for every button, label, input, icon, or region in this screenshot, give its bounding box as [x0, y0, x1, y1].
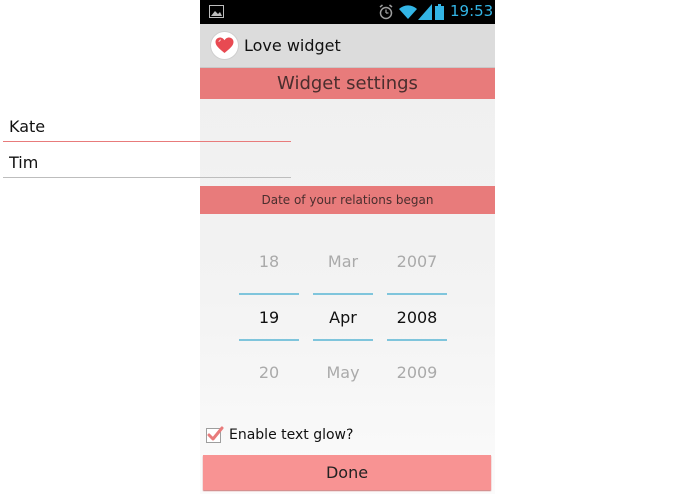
alarm-icon [379, 4, 393, 20]
picker-divider [313, 339, 373, 341]
text-glow-label: Enable text glow? [229, 427, 354, 443]
text-glow-checkbox[interactable] [206, 426, 224, 443]
year-prev-value[interactable]: 2007 [387, 252, 447, 271]
first-name-input[interactable] [3, 112, 291, 142]
wifi-icon [399, 5, 417, 20]
year-selected-value[interactable]: 2008 [387, 308, 447, 327]
checkmark-icon [207, 426, 224, 441]
picker-divider [387, 339, 447, 341]
day-picker[interactable]: 18 19 20 [239, 240, 299, 400]
picker-divider [313, 293, 373, 295]
year-next-value[interactable]: 2009 [387, 363, 447, 382]
day-next-value[interactable]: 20 [239, 363, 299, 382]
heart-icon[interactable] [211, 32, 238, 59]
day-prev-value[interactable]: 18 [239, 252, 299, 271]
battery-icon [435, 4, 444, 20]
day-selected-value[interactable]: 19 [239, 308, 299, 327]
picker-divider [387, 293, 447, 295]
app-title: Love widget [244, 36, 341, 55]
picker-divider [239, 293, 299, 295]
signal-icon [418, 4, 432, 20]
widget-settings-header: Widget settings [200, 68, 495, 99]
done-button[interactable]: Done [203, 455, 491, 490]
year-picker[interactable]: 2007 2008 2009 [387, 240, 447, 400]
month-selected-value[interactable]: Apr [313, 308, 373, 327]
status-time: 19:53 [450, 2, 494, 20]
status-bar: 19:53 [200, 0, 495, 24]
month-picker[interactable]: Mar Apr May [313, 240, 373, 400]
month-prev-value[interactable]: Mar [313, 252, 373, 271]
action-bar: Love widget [200, 24, 495, 68]
gallery-icon [209, 5, 224, 18]
second-name-input[interactable] [3, 148, 291, 178]
month-next-value[interactable]: May [313, 363, 373, 382]
picker-divider [239, 339, 299, 341]
